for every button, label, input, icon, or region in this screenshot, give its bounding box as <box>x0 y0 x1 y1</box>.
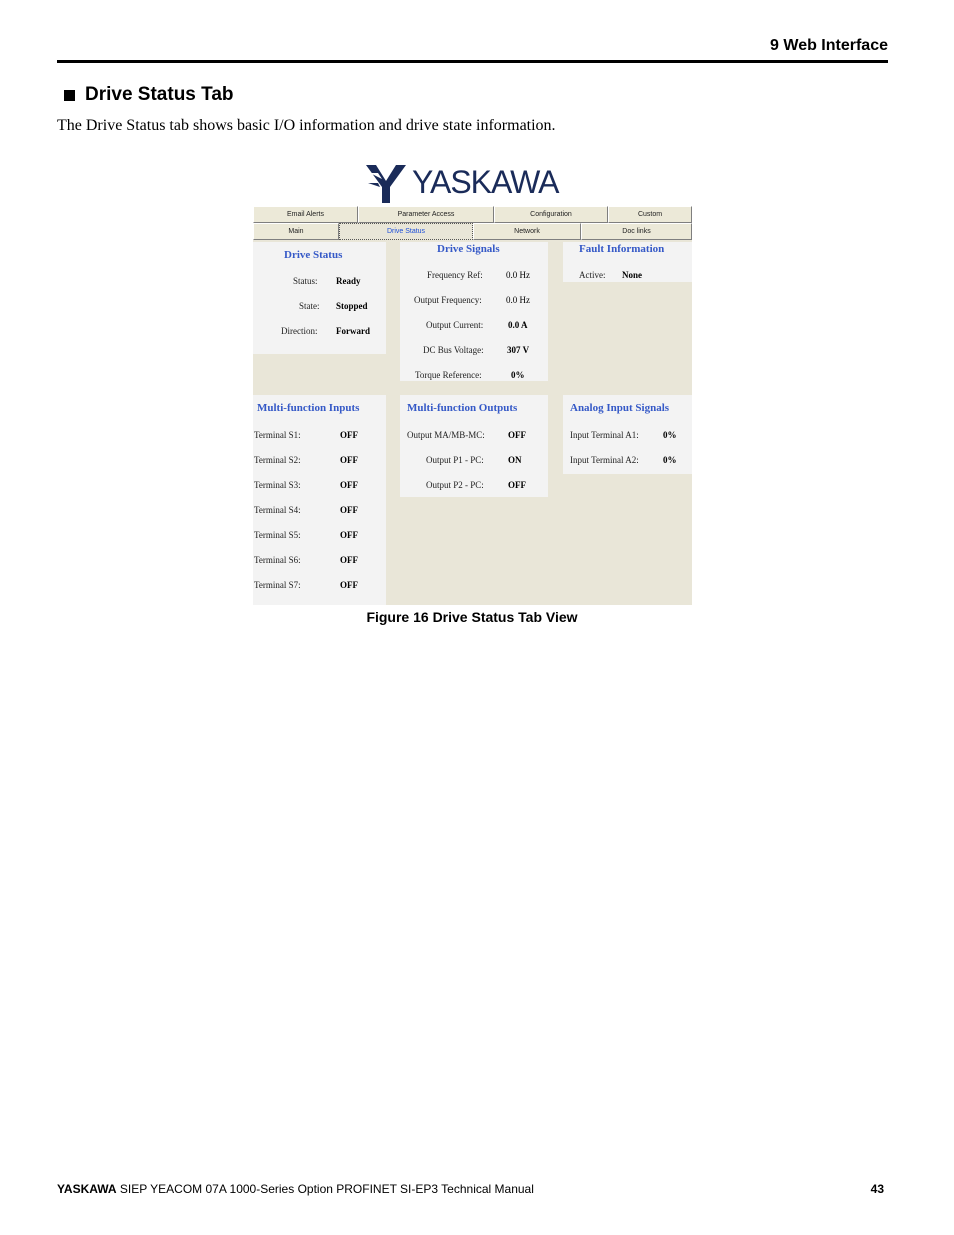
output-current-label: Output Current: <box>426 320 484 330</box>
terminal-s4-value: OFF <box>340 505 358 515</box>
terminal-s7-label: Terminal S7: <box>254 580 301 590</box>
intro-paragraph: The Drive Status tab shows basic I/O inf… <box>57 117 556 134</box>
state-label: State: <box>299 301 320 311</box>
multi-function-inputs-title: Multi-function Inputs <box>257 402 360 414</box>
fault-information-title: Fault Information <box>579 243 665 255</box>
terminal-s6-value: OFF <box>340 555 358 565</box>
input-terminal-a2-value: 0% <box>663 455 677 465</box>
terminal-s1-label: Terminal S1: <box>254 430 301 440</box>
output-p1-pc-label: Output P1 - PC: <box>426 455 484 465</box>
output-ma-mb-mc-value: OFF <box>508 430 526 440</box>
terminal-s2-label: Terminal S2: <box>254 455 301 465</box>
input-terminal-a1-label: Input Terminal A1: <box>570 430 639 440</box>
page-number: 43 <box>870 1182 884 1196</box>
terminal-s2-value: OFF <box>340 455 358 465</box>
output-p1-pc-value: ON <box>508 455 522 465</box>
drive-status-screenshot: Email Alerts Parameter Access Configurat… <box>253 206 692 605</box>
terminal-s4-label: Terminal S4: <box>254 505 301 515</box>
drive-status-box: Drive Status Status: Ready State: Stoppe… <box>253 242 386 354</box>
status-label: Status: <box>293 276 318 286</box>
status-value: Ready <box>336 276 361 286</box>
torque-reference-label: Torque Reference: <box>415 370 482 380</box>
terminal-s1-value: OFF <box>340 430 358 440</box>
direction-label: Direction: <box>281 326 318 336</box>
dc-bus-voltage-label: DC Bus Voltage: <box>423 345 484 355</box>
yaskawa-logo: YASKAWA <box>364 160 560 205</box>
tab-row-back: Email Alerts Parameter Access Configurat… <box>253 206 692 223</box>
terminal-s6-label: Terminal S6: <box>254 555 301 565</box>
figure-caption: Figure 16 Drive Status Tab View <box>366 609 578 625</box>
tab-network[interactable]: Network <box>473 223 581 240</box>
footer-title: SIEP YEACOM 07A 1000-Series Option PROFI… <box>116 1182 534 1196</box>
tab-parameter-access[interactable]: Parameter Access <box>358 206 494 223</box>
terminal-s7-value: OFF <box>340 580 358 590</box>
multi-function-outputs-title: Multi-function Outputs <box>407 402 518 414</box>
terminal-s3-label: Terminal S3: <box>254 480 301 490</box>
dc-bus-voltage-value: 307 V <box>507 345 530 355</box>
running-head: 9 Web Interface <box>770 37 888 54</box>
multi-function-outputs-box: Multi-function Outputs Output MA/MB-MC: … <box>400 395 548 497</box>
tab-drive-status[interactable]: Drive Status <box>339 223 473 240</box>
logo-wordmark: YASKAWA <box>412 164 560 200</box>
tab-custom[interactable]: Custom <box>608 206 692 223</box>
output-frequency-value: 0.0 Hz <box>506 295 530 305</box>
output-ma-mb-mc-label: Output MA/MB-MC: <box>407 430 485 440</box>
terminal-s5-label: Terminal S5: <box>254 530 301 540</box>
output-p2-pc-value: OFF <box>508 480 526 490</box>
tab-email-alerts[interactable]: Email Alerts <box>253 206 358 223</box>
state-value: Stopped <box>336 301 368 311</box>
section-title-text: Drive Status Tab <box>85 84 234 105</box>
tab-main[interactable]: Main <box>253 223 339 240</box>
fault-active-label: Active: <box>579 270 606 280</box>
multi-function-inputs-box: Multi-function Inputs Terminal S1: OFF T… <box>253 395 386 605</box>
fault-information-box: Fault Information Active: None <box>563 242 692 282</box>
frequency-ref-label: Frequency Ref: <box>427 270 483 280</box>
frequency-ref-value: 0.0 Hz <box>506 270 530 280</box>
drive-signals-box: Drive Signals Frequency Ref: 0.0 Hz Outp… <box>400 242 548 381</box>
terminal-s3-value: OFF <box>340 480 358 490</box>
output-frequency-label: Output Frequency: <box>414 295 482 305</box>
tab-doc-links[interactable]: Doc links <box>581 223 692 240</box>
drive-status-title: Drive Status <box>284 249 343 261</box>
input-terminal-a2-label: Input Terminal A2: <box>570 455 639 465</box>
header-rule <box>57 60 888 63</box>
input-terminal-a1-value: 0% <box>663 430 677 440</box>
fault-active-value: None <box>622 270 642 280</box>
direction-value: Forward <box>336 326 370 336</box>
tab-row-front: Main Drive Status Network Doc links <box>253 223 692 240</box>
output-p2-pc-label: Output P2 - PC: <box>426 480 484 490</box>
section-title: Drive Status Tab <box>64 84 234 106</box>
drive-signals-title: Drive Signals <box>437 243 500 255</box>
torque-reference-value: 0% <box>511 370 525 380</box>
tab-configuration[interactable]: Configuration <box>494 206 608 223</box>
analog-input-signals-title: Analog Input Signals <box>570 402 670 414</box>
square-bullet-icon <box>64 89 75 101</box>
footer-brand: YASKAWA <box>57 1182 117 1196</box>
analog-input-signals-box: Analog Input Signals Input Terminal A1: … <box>563 395 692 474</box>
footer-text: YASKAWA SIEP YEACOM 07A 1000-Series Opti… <box>57 1182 534 1196</box>
output-current-value: 0.0 A <box>508 320 528 330</box>
yaskawa-mark-icon <box>366 164 406 203</box>
terminal-s5-value: OFF <box>340 530 358 540</box>
